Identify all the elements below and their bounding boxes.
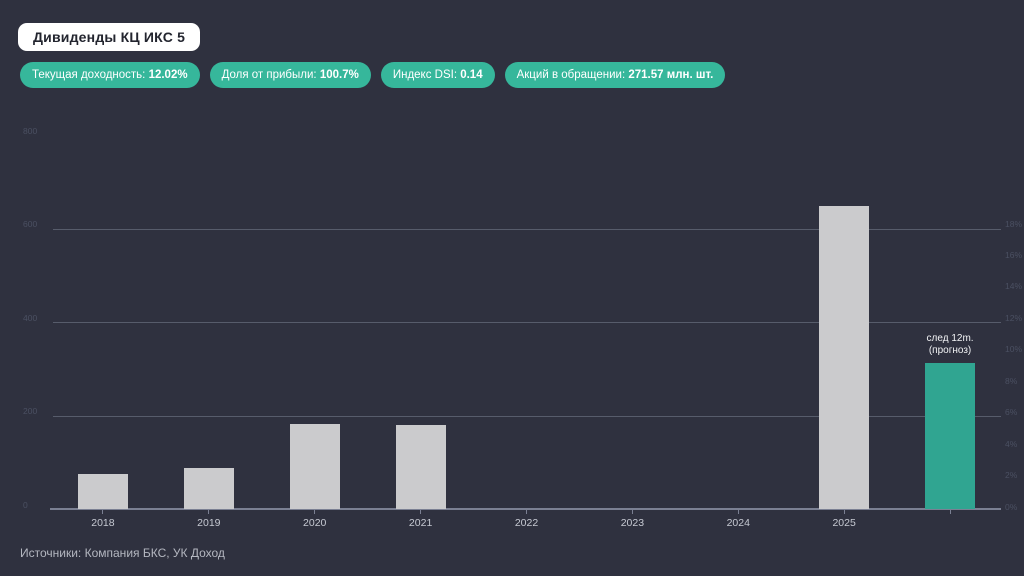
forecast-annotation: след 12m. (прогноз)	[926, 333, 974, 357]
left-axis-label-0: 0	[23, 499, 28, 510]
right-axis-label-8%: 8%	[1005, 375, 1018, 386]
left-axis-label-800: 800	[23, 125, 38, 136]
right-axis-label-10%: 10%	[1005, 344, 1023, 355]
left-axis-label-400: 400	[23, 312, 38, 323]
right-axis-label-2%: 2%	[1005, 470, 1018, 481]
category-tick	[102, 509, 104, 514]
right-axis-label-12%: 12%	[1005, 312, 1023, 323]
dividend-bar-2021	[395, 424, 446, 509]
dividend-bar-2020	[289, 423, 340, 509]
x-axis-label-2019: 2019	[197, 517, 221, 529]
category-tick	[949, 509, 951, 514]
right-axis-label-0%: 0%	[1005, 501, 1018, 512]
dividends-bar-chart: 0 200 400 600 800 0% 2% 4% 6% 8% 10% 12% 14% 16% 18% 20…	[0, 0, 1024, 576]
x-axis-label-2020: 2020	[303, 517, 327, 529]
right-axis-label-4%: 4%	[1005, 438, 1018, 449]
category-tick	[420, 509, 422, 514]
x-axis-label-2018: 2018	[91, 517, 115, 529]
category-tick	[314, 509, 316, 514]
left-axis-label-200: 200	[23, 406, 38, 416]
category-tick	[631, 509, 633, 514]
right-axis-label-16%: 16%	[1005, 249, 1023, 260]
x-axis-label-2022: 2022	[514, 517, 539, 529]
left-axis-label-600: 600	[23, 219, 38, 229]
source-note: Источники: Компания БКС, УК Доход	[20, 546, 225, 560]
dividend-bar-2018	[77, 473, 128, 509]
dividends-dashboard: Дивиденды КЦ ИКС 5 Текущая доходность: 1…	[0, 0, 1024, 576]
category-tick	[208, 509, 210, 514]
right-axis-label-14%: 14%	[1005, 281, 1023, 292]
dividend-bar-2019	[183, 467, 234, 509]
x-axis-label-2024: 2024	[726, 517, 750, 529]
category-tick	[843, 509, 845, 514]
x-axis-label-2023: 2023	[620, 517, 645, 529]
x-axis-label-2021: 2021	[408, 517, 433, 529]
forecast-bar	[925, 363, 976, 509]
category-tick	[737, 509, 739, 514]
right-axis-label-18%: 18%	[1005, 218, 1023, 229]
right-axis-label-6%: 6%	[1005, 407, 1018, 418]
category-tick	[526, 509, 527, 514]
x-axis-label-2025: 2025	[832, 517, 856, 529]
dividend-bar-2025	[819, 206, 870, 509]
